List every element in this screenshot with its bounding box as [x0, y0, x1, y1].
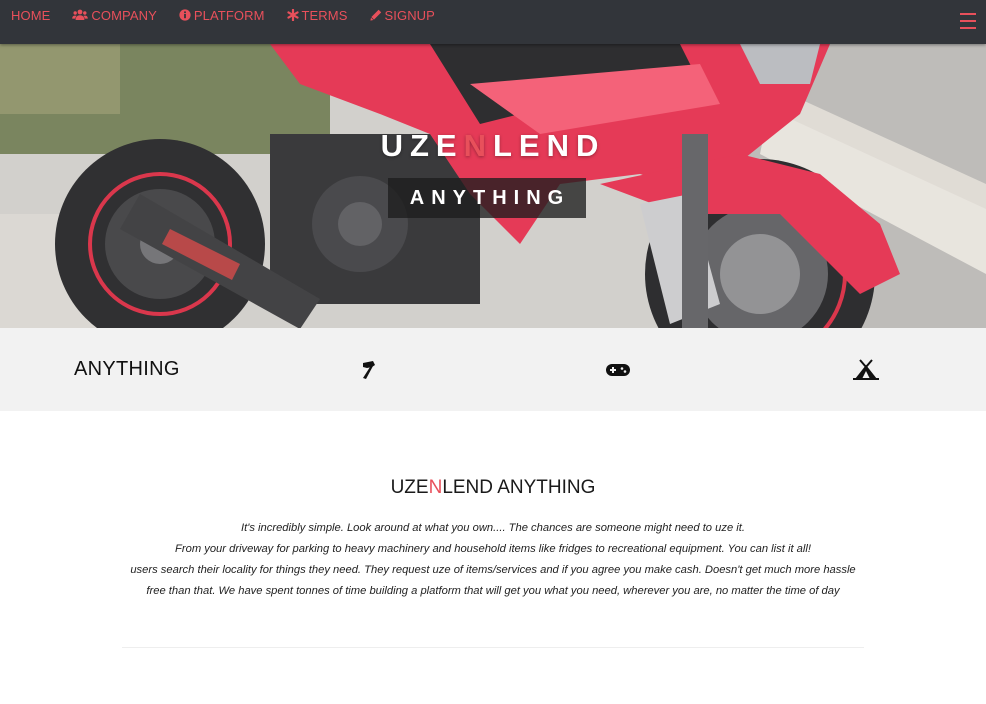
category-bar: ANYTHING [0, 328, 986, 411]
description-line: free than that. We have spent tonnes of … [146, 585, 840, 597]
category-label: ANYTHING [74, 358, 180, 380]
hero-badge: ANYTHING [388, 178, 586, 218]
nav-platform-label: PLATFORM [193, 7, 265, 23]
description-line: users search their locality for things t… [130, 564, 856, 576]
about-section: UZENLEND ANYTHING It's incredibly simple… [0, 411, 986, 704]
asterisk-icon [286, 9, 299, 21]
gamepad-icon[interactable] [605, 358, 631, 382]
hammer-icon[interactable] [357, 358, 383, 382]
top-navbar: HOME COMPANY PLATFORM TERMS SIGNUP [0, 0, 986, 44]
section-description: It's incredibly simple. Look around at w… [110, 518, 876, 602]
nav-links: HOME COMPANY PLATFORM TERMS SIGNUP [0, 0, 446, 30]
nav-company-label: COMPANY [91, 7, 157, 23]
description-line: It's incredibly simple. Look around at w… [241, 522, 745, 534]
section-title: UZENLEND ANYTHING [0, 477, 986, 499]
nav-home-label: HOME [11, 7, 51, 23]
section-divider [122, 647, 864, 648]
description-line: From your driveway for parking to heavy … [175, 543, 811, 555]
hero-title-part2: LEND [493, 128, 606, 163]
users-icon [72, 9, 89, 21]
nav-signup-label: SIGNUP [384, 7, 435, 23]
nav-terms[interactable]: TERMS [276, 0, 359, 30]
nav-home[interactable]: HOME [0, 0, 61, 30]
nav-terms-label: TERMS [301, 7, 348, 23]
section-title-accent: N [428, 477, 443, 498]
hero-title: UZENLEND [0, 128, 986, 164]
section-title-part2: LEND ANYTHING [442, 477, 596, 498]
hero-banner: UZENLEND ANYTHING [0, 44, 986, 328]
nav-signup[interactable]: SIGNUP [359, 0, 446, 30]
nav-company[interactable]: COMPANY [61, 0, 167, 30]
hero-title-accent: N [463, 128, 493, 163]
info-circle-icon [179, 9, 191, 21]
hero-title-part1: UZE [380, 128, 464, 163]
nav-platform[interactable]: PLATFORM [168, 0, 276, 30]
section-title-part1: UZE [390, 477, 429, 498]
hamburger-menu-icon[interactable] [960, 13, 976, 29]
tent-icon[interactable] [853, 358, 879, 382]
pencil-icon [369, 9, 382, 21]
